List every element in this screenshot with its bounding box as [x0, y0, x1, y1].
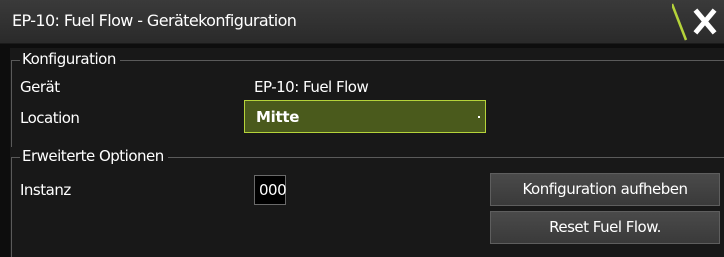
geraet-value: EP-10: Fuel Flow — [254, 78, 369, 96]
instanz-input[interactable]: 000 — [254, 175, 287, 205]
close-x-icon — [670, 3, 717, 41]
location-label: Location — [20, 109, 80, 127]
dialog-title: EP-10: Fuel Flow - Gerätekonfiguration — [12, 11, 297, 30]
instanz-label: Instanz — [20, 181, 71, 199]
konfiguration-group-title: Konfiguration — [20, 50, 120, 68]
dropdown-caret-icon — [478, 116, 480, 118]
title-bar: EP-10: Fuel Flow - Gerätekonfiguration — [0, 0, 724, 44]
konfiguration-aufheben-button[interactable]: Konfiguration aufheben — [490, 173, 720, 206]
reset-fuel-flow-button[interactable]: Reset Fuel Flow. — [490, 211, 720, 244]
erweiterte-optionen-group-title: Erweiterte Optionen — [20, 147, 168, 165]
fuel-flow-config-dialog: EP-10: Fuel Flow - Gerätekonfiguration K… — [0, 0, 724, 257]
location-select[interactable]: Mitte — [244, 100, 486, 133]
close-button[interactable] — [670, 0, 724, 43]
location-selected-value: Mitte — [256, 108, 300, 126]
geraet-label: Gerät — [20, 78, 60, 96]
